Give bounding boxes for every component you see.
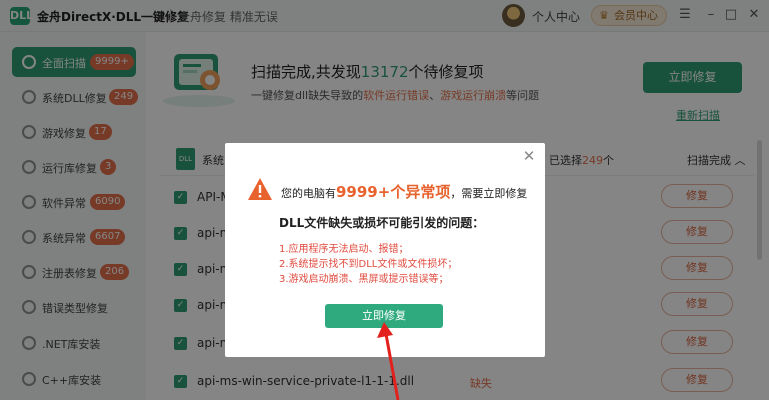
dialog-title: 您的电脑有9999+个异常项，需要立即修复 <box>281 181 527 202</box>
red-arrow-annotation-icon <box>377 322 400 400</box>
dialog-question: DLL文件缺失或损坏可能引发的问题： <box>279 216 485 230</box>
dialog-issue-item: 2.系统提示找不到DLL文件或文件损坏； <box>279 259 458 270</box>
dialog-issue-item: 1.应用程序无法启动、报错； <box>279 244 409 255</box>
dialog-title-suffix: ，需要立即修复 <box>450 187 528 200</box>
dialog-title-prefix: 您的电脑有 <box>281 187 336 200</box>
dialog-issue-count: 9999+个异常项 <box>336 183 451 201</box>
dialog-close-icon[interactable]: ✕ <box>521 148 537 164</box>
dialog-issue-item: 3.游戏启动崩溃、黑屏或提示错误等； <box>279 274 449 285</box>
warning-icon <box>248 178 272 200</box>
